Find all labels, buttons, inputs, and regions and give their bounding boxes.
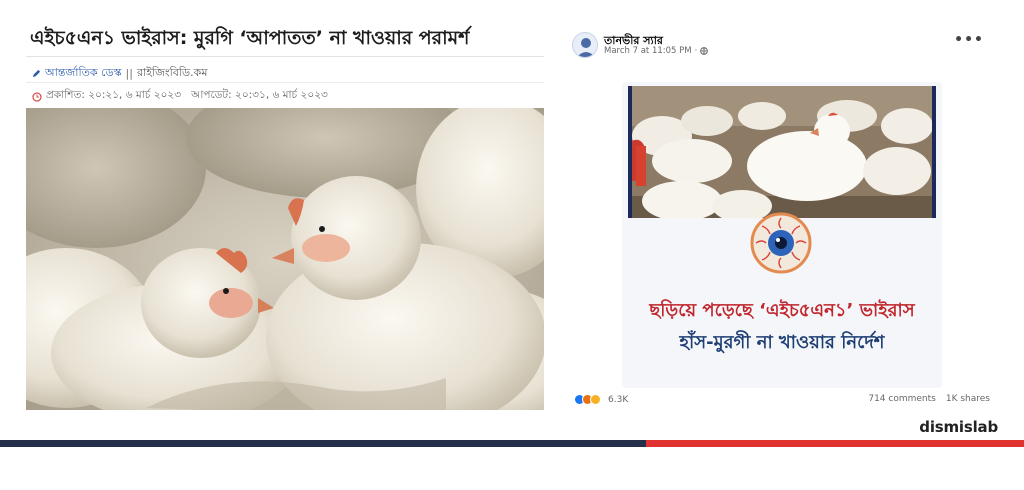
news-article: এইচ৫এন১ ভাইরাস: মুরগি ‘আপাতত’ না খাওয়ার…: [26, 18, 544, 410]
post-meta: March 7 at 11:05 PM ·: [604, 46, 709, 56]
post-engagement: 6.3K 714 comments 1K shares: [566, 394, 998, 410]
post-headline-line1: ছড়িয়ে পড়েছে ‘এইচ৫এন১’ ভাইরাস: [649, 300, 915, 321]
footer-bar-dark: [0, 440, 646, 447]
globe-icon: [700, 47, 709, 55]
article-byline: আন্তর্জাতিক ডেস্ক || রাইজিংবিডি.কম: [32, 64, 207, 83]
divider: [26, 82, 544, 83]
meta-separator: ·: [694, 46, 698, 56]
comments-count[interactable]: 714 comments: [868, 394, 936, 404]
poultry-farm-photo: [628, 86, 936, 218]
article-title: এইচ৫এন১ ভাইরাস: মুরগি ‘আপাতত’ না খাওয়ার…: [30, 27, 470, 49]
reaction-count: 6.3K: [608, 394, 629, 405]
social-post: তানভীর স্যার March 7 at 11:05 PM · ••• ছ…: [566, 24, 998, 414]
source-name: রাইজিংবিডি.কম: [136, 66, 208, 79]
shares-count[interactable]: 1K shares: [946, 394, 990, 404]
desk-link[interactable]: আন্তর্জাতিক ডেস্ক: [45, 64, 122, 83]
post-time[interactable]: March 7 at 11:05 PM: [604, 46, 692, 56]
divider: [26, 56, 544, 57]
clock-icon: [32, 91, 42, 102]
reactions[interactable]: 6.3K: [574, 394, 628, 405]
avatar[interactable]: [572, 32, 598, 58]
byline-separator: ||: [125, 67, 133, 80]
publish-update-dates: প্রকাশিত: ২০:২১, ৬ মার্চ ২০২৩ আপডেট: ২০:…: [46, 89, 328, 101]
article-dates: প্রকাশিত: ২০:২১, ৬ মার্চ ২০২৩ আপডেট: ২০:…: [32, 88, 328, 105]
pencil-icon: [32, 69, 41, 78]
post-image[interactable]: ছড়িয়ে পড়েছে ‘এইচ৫এন১’ ভাইরাস হাঁস-মুর…: [622, 82, 942, 388]
more-options-button[interactable]: •••: [954, 32, 984, 48]
post-headline-line2: হাঁস-মুরগী না খাওয়ার নির্দেশ: [679, 332, 885, 353]
wow-icon: [590, 394, 601, 405]
virus-eye-icon: [750, 212, 812, 274]
brand-logo: dismislab: [919, 418, 998, 436]
chickens-photo: [26, 108, 544, 410]
footer-bar-red: [646, 440, 1024, 447]
